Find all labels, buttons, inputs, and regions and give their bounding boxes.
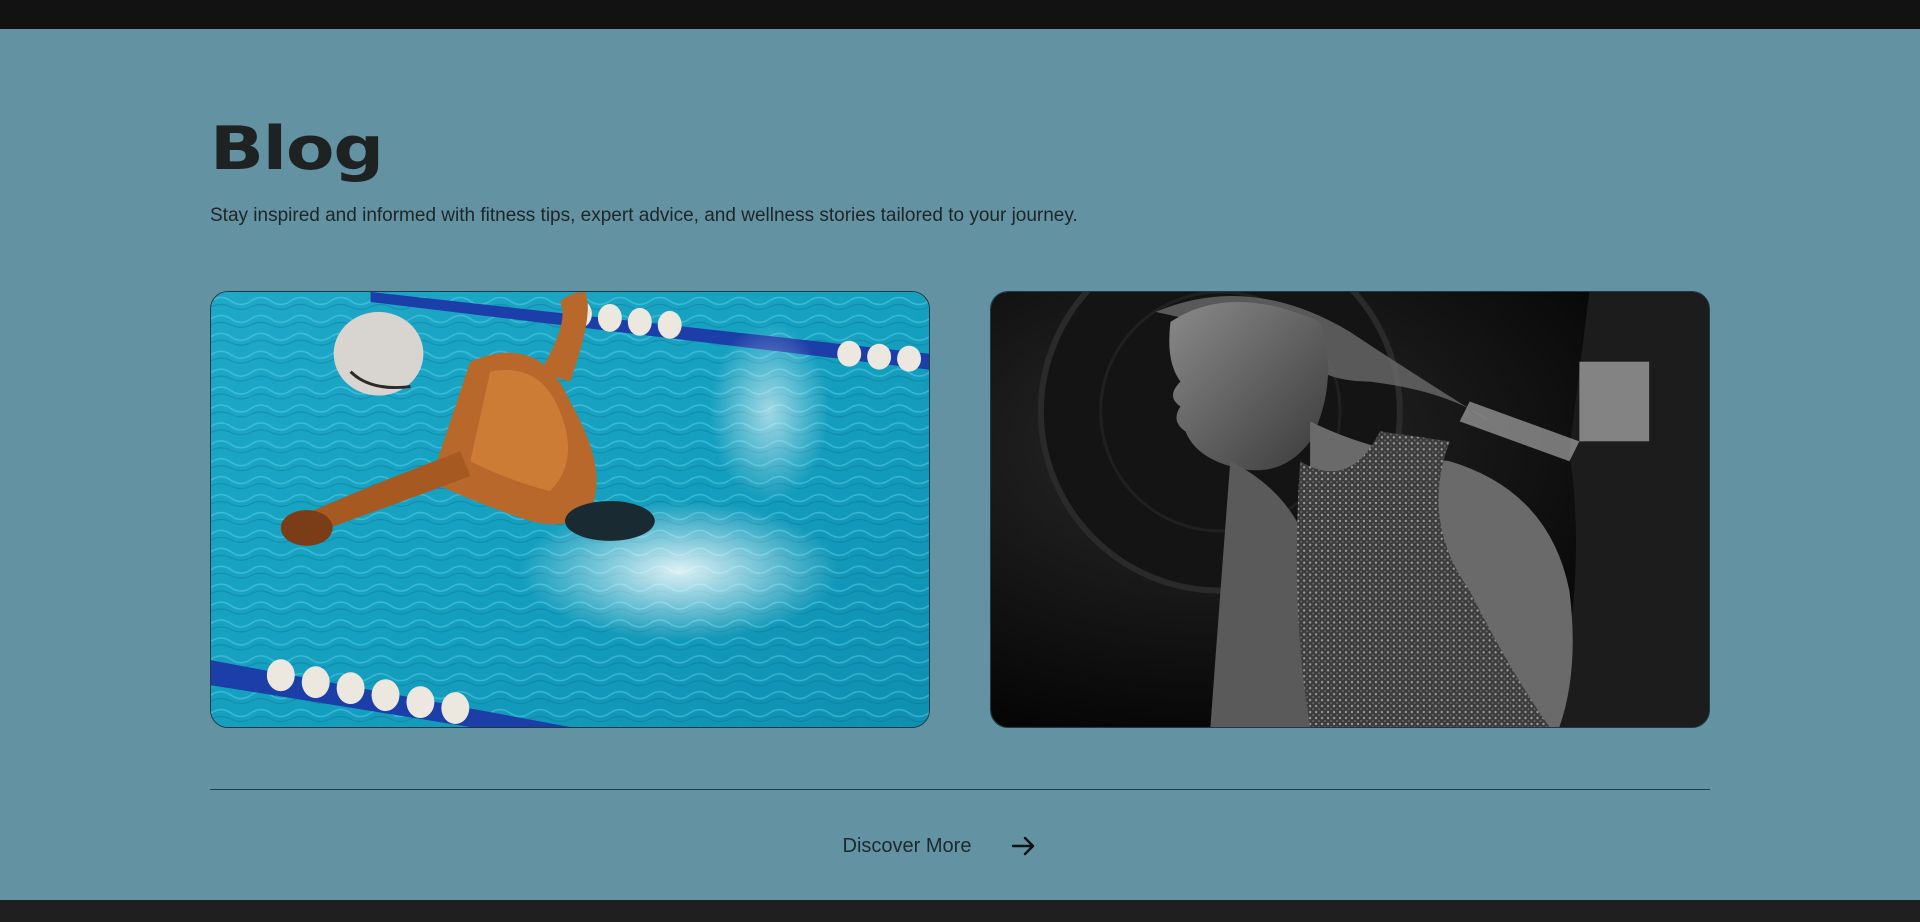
discover-more-label: Discover More <box>842 834 972 857</box>
gym-portrait-photo <box>991 292 1709 727</box>
blog-section: Blog Stay inspired and informed with fit… <box>0 29 1920 900</box>
swimmer-photo <box>211 292 929 727</box>
discover-more-link[interactable]: Discover More <box>843 834 1038 858</box>
top-bar <box>0 0 1920 29</box>
discover-row: Discover More <box>210 834 1710 858</box>
arrow-right-icon <box>1012 836 1035 856</box>
blog-card-swimmer[interactable] <box>210 291 930 728</box>
section-divider <box>210 789 1710 790</box>
section-title: Blog <box>210 114 384 184</box>
section-subtitle: Stay inspired and informed with fitness … <box>210 205 1078 226</box>
bottom-bar <box>0 900 1920 922</box>
blog-card-gym-portrait[interactable] <box>990 291 1710 728</box>
